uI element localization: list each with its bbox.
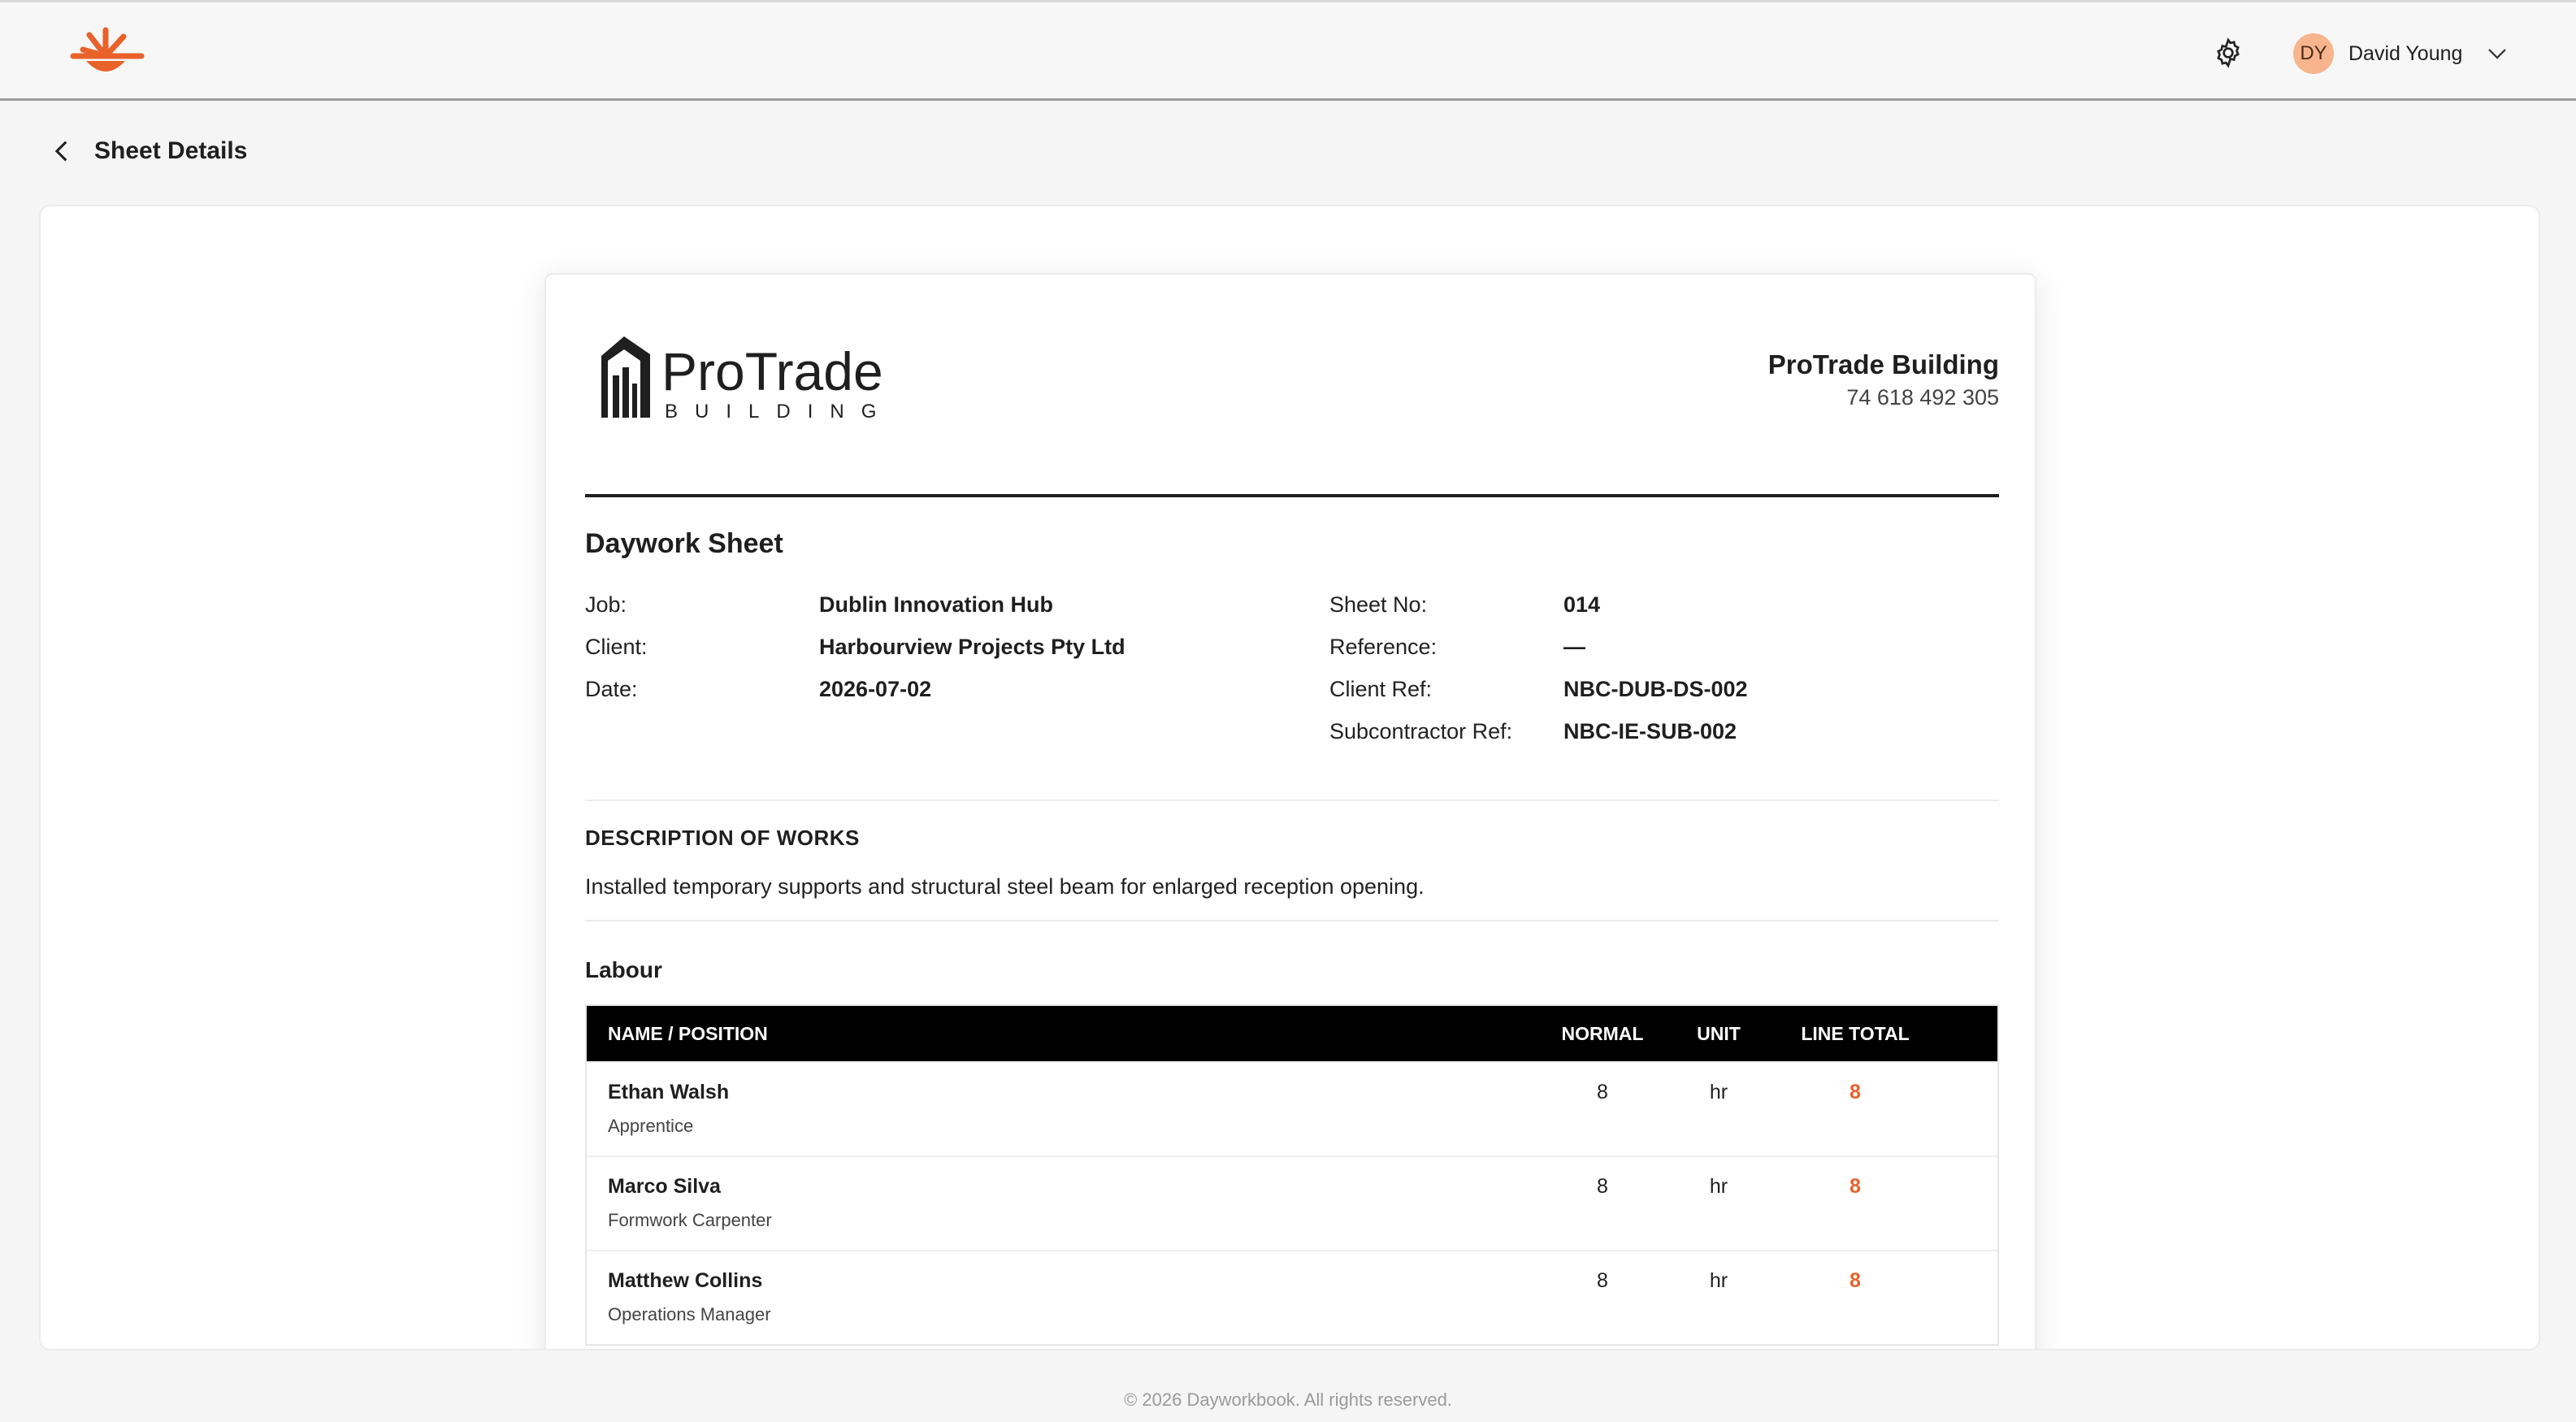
table-row: Matthew Collins Operations Manager 8 hr … bbox=[587, 1250, 1997, 1344]
meta-row-client: Client: Harbourview Projects Pty Ltd bbox=[585, 626, 1125, 668]
name-position-cell: Matthew Collins Operations Manager bbox=[587, 1269, 1546, 1325]
worker-position: Formwork Carpenter bbox=[608, 1210, 772, 1230]
meta-value: NBC-IE-SUB-002 bbox=[1563, 718, 1737, 744]
sunburst-logo-icon[interactable] bbox=[68, 25, 146, 79]
worker-name: Matthew Collins bbox=[608, 1269, 763, 1292]
column-header: NAME / POSITION bbox=[608, 1022, 768, 1044]
meta-value: — bbox=[1563, 634, 1585, 659]
protrade-logo: ProTrade BUILDING bbox=[601, 336, 893, 423]
table-row: Marco Silva Formwork Carpenter 8 hr 8 bbox=[587, 1155, 1997, 1250]
normal-hours: 8 bbox=[1597, 1175, 1608, 1198]
meta-label: Date: bbox=[585, 676, 638, 701]
line-total: 8 bbox=[1850, 1081, 1861, 1103]
meta-value: 2026-07-02 bbox=[819, 676, 932, 701]
meta-row-client-ref: Client Ref: NBC-DUB-DS-002 bbox=[1329, 668, 1748, 710]
worker-name: Ethan Walsh bbox=[608, 1081, 730, 1103]
daywork-sheet-document: ProTrade BUILDING ProTrade Building 74 6… bbox=[544, 273, 2036, 1349]
unit: hr bbox=[1709, 1081, 1728, 1103]
page-title: Sheet Details bbox=[94, 137, 248, 164]
worker-position: Apprentice bbox=[608, 1116, 694, 1136]
page-title-row: Sheet Details bbox=[49, 137, 247, 166]
company-block: ProTrade Building 74 618 492 305 bbox=[1768, 349, 1999, 410]
company-number: 74 618 492 305 bbox=[1846, 385, 1999, 410]
sheet-meta-left: Job: Dublin Innovation Hub Client: Harbo… bbox=[585, 583, 1125, 710]
line-total: 8 bbox=[1850, 1175, 1861, 1198]
main-panel: ProTrade BUILDING ProTrade Building 74 6… bbox=[39, 205, 2540, 1350]
meta-value: NBC-DUB-DS-002 bbox=[1563, 676, 1748, 701]
user-name[interactable]: David Young bbox=[2348, 42, 2462, 66]
meta-label: Client: bbox=[585, 634, 648, 659]
meta-label: Sheet No: bbox=[1329, 592, 1428, 617]
avatar[interactable]: DY bbox=[2293, 33, 2334, 74]
unit: hr bbox=[1709, 1175, 1728, 1198]
meta-row-reference: Reference: — bbox=[1329, 626, 1748, 668]
meta-label: Job: bbox=[585, 592, 627, 617]
svg-text:ProTrade: ProTrade bbox=[661, 341, 883, 401]
divider bbox=[585, 494, 1999, 497]
meta-value: Harbourview Projects Pty Ltd bbox=[819, 634, 1125, 659]
chevron-left-icon[interactable] bbox=[49, 137, 76, 166]
top-header: DY David Young bbox=[0, 0, 2576, 101]
unit: hr bbox=[1709, 1269, 1728, 1292]
footer-copyright: © 2026 Dayworkbook. All rights reserved. bbox=[1124, 1389, 1452, 1410]
meta-row-sheet-no: Sheet No: 014 bbox=[1329, 583, 1748, 626]
labour-table: NAME / POSITION NORMAL UNIT LINE TOTAL E… bbox=[585, 1004, 1999, 1346]
divider bbox=[585, 920, 1999, 921]
sheet-meta-right: Sheet No: 014 Reference: — Client Ref: N… bbox=[1329, 583, 1748, 752]
meta-row-date: Date: 2026-07-02 bbox=[585, 668, 1125, 710]
description-heading: DESCRIPTION OF WORKS bbox=[585, 826, 860, 850]
sheet-title: Daywork Sheet bbox=[585, 528, 783, 559]
labour-heading: Labour bbox=[585, 957, 662, 982]
worker-position: Operations Manager bbox=[608, 1304, 771, 1324]
line-total: 8 bbox=[1850, 1269, 1861, 1292]
table-header: NAME / POSITION NORMAL UNIT LINE TOTAL bbox=[587, 1006, 1997, 1061]
meta-row-subcontractor-ref: Subcontractor Ref: NBC-IE-SUB-002 bbox=[1329, 710, 1748, 752]
description-text: Installed temporary supports and structu… bbox=[585, 874, 1425, 899]
gear-icon[interactable] bbox=[2212, 37, 2244, 69]
column-header: UNIT bbox=[1697, 1022, 1741, 1044]
meta-row-job: Job: Dublin Innovation Hub bbox=[585, 583, 1125, 626]
name-position-cell: Marco Silva Formwork Carpenter bbox=[587, 1175, 1546, 1231]
normal-hours: 8 bbox=[1597, 1081, 1608, 1103]
meta-value: Dublin Innovation Hub bbox=[819, 592, 1053, 617]
meta-label: Reference: bbox=[1329, 634, 1438, 659]
chevron-down-icon[interactable] bbox=[2485, 41, 2509, 66]
meta-label: Client Ref: bbox=[1329, 676, 1433, 701]
column-header: LINE TOTAL bbox=[1801, 1022, 1910, 1044]
user-menu[interactable]: DY David Young bbox=[2293, 33, 2509, 74]
divider bbox=[585, 800, 1999, 801]
normal-hours: 8 bbox=[1597, 1269, 1608, 1292]
meta-label: Subcontractor Ref: bbox=[1329, 718, 1513, 744]
company-name: ProTrade Building bbox=[1767, 349, 1999, 379]
table-row: Ethan Walsh Apprentice 8 hr 8 bbox=[587, 1061, 1997, 1155]
svg-text:BUILDING: BUILDING bbox=[665, 401, 893, 423]
worker-name: Marco Silva bbox=[608, 1175, 721, 1198]
meta-value: 014 bbox=[1563, 592, 1601, 617]
column-header: NORMAL bbox=[1561, 1022, 1644, 1044]
name-position-cell: Ethan Walsh Apprentice bbox=[587, 1081, 1546, 1137]
